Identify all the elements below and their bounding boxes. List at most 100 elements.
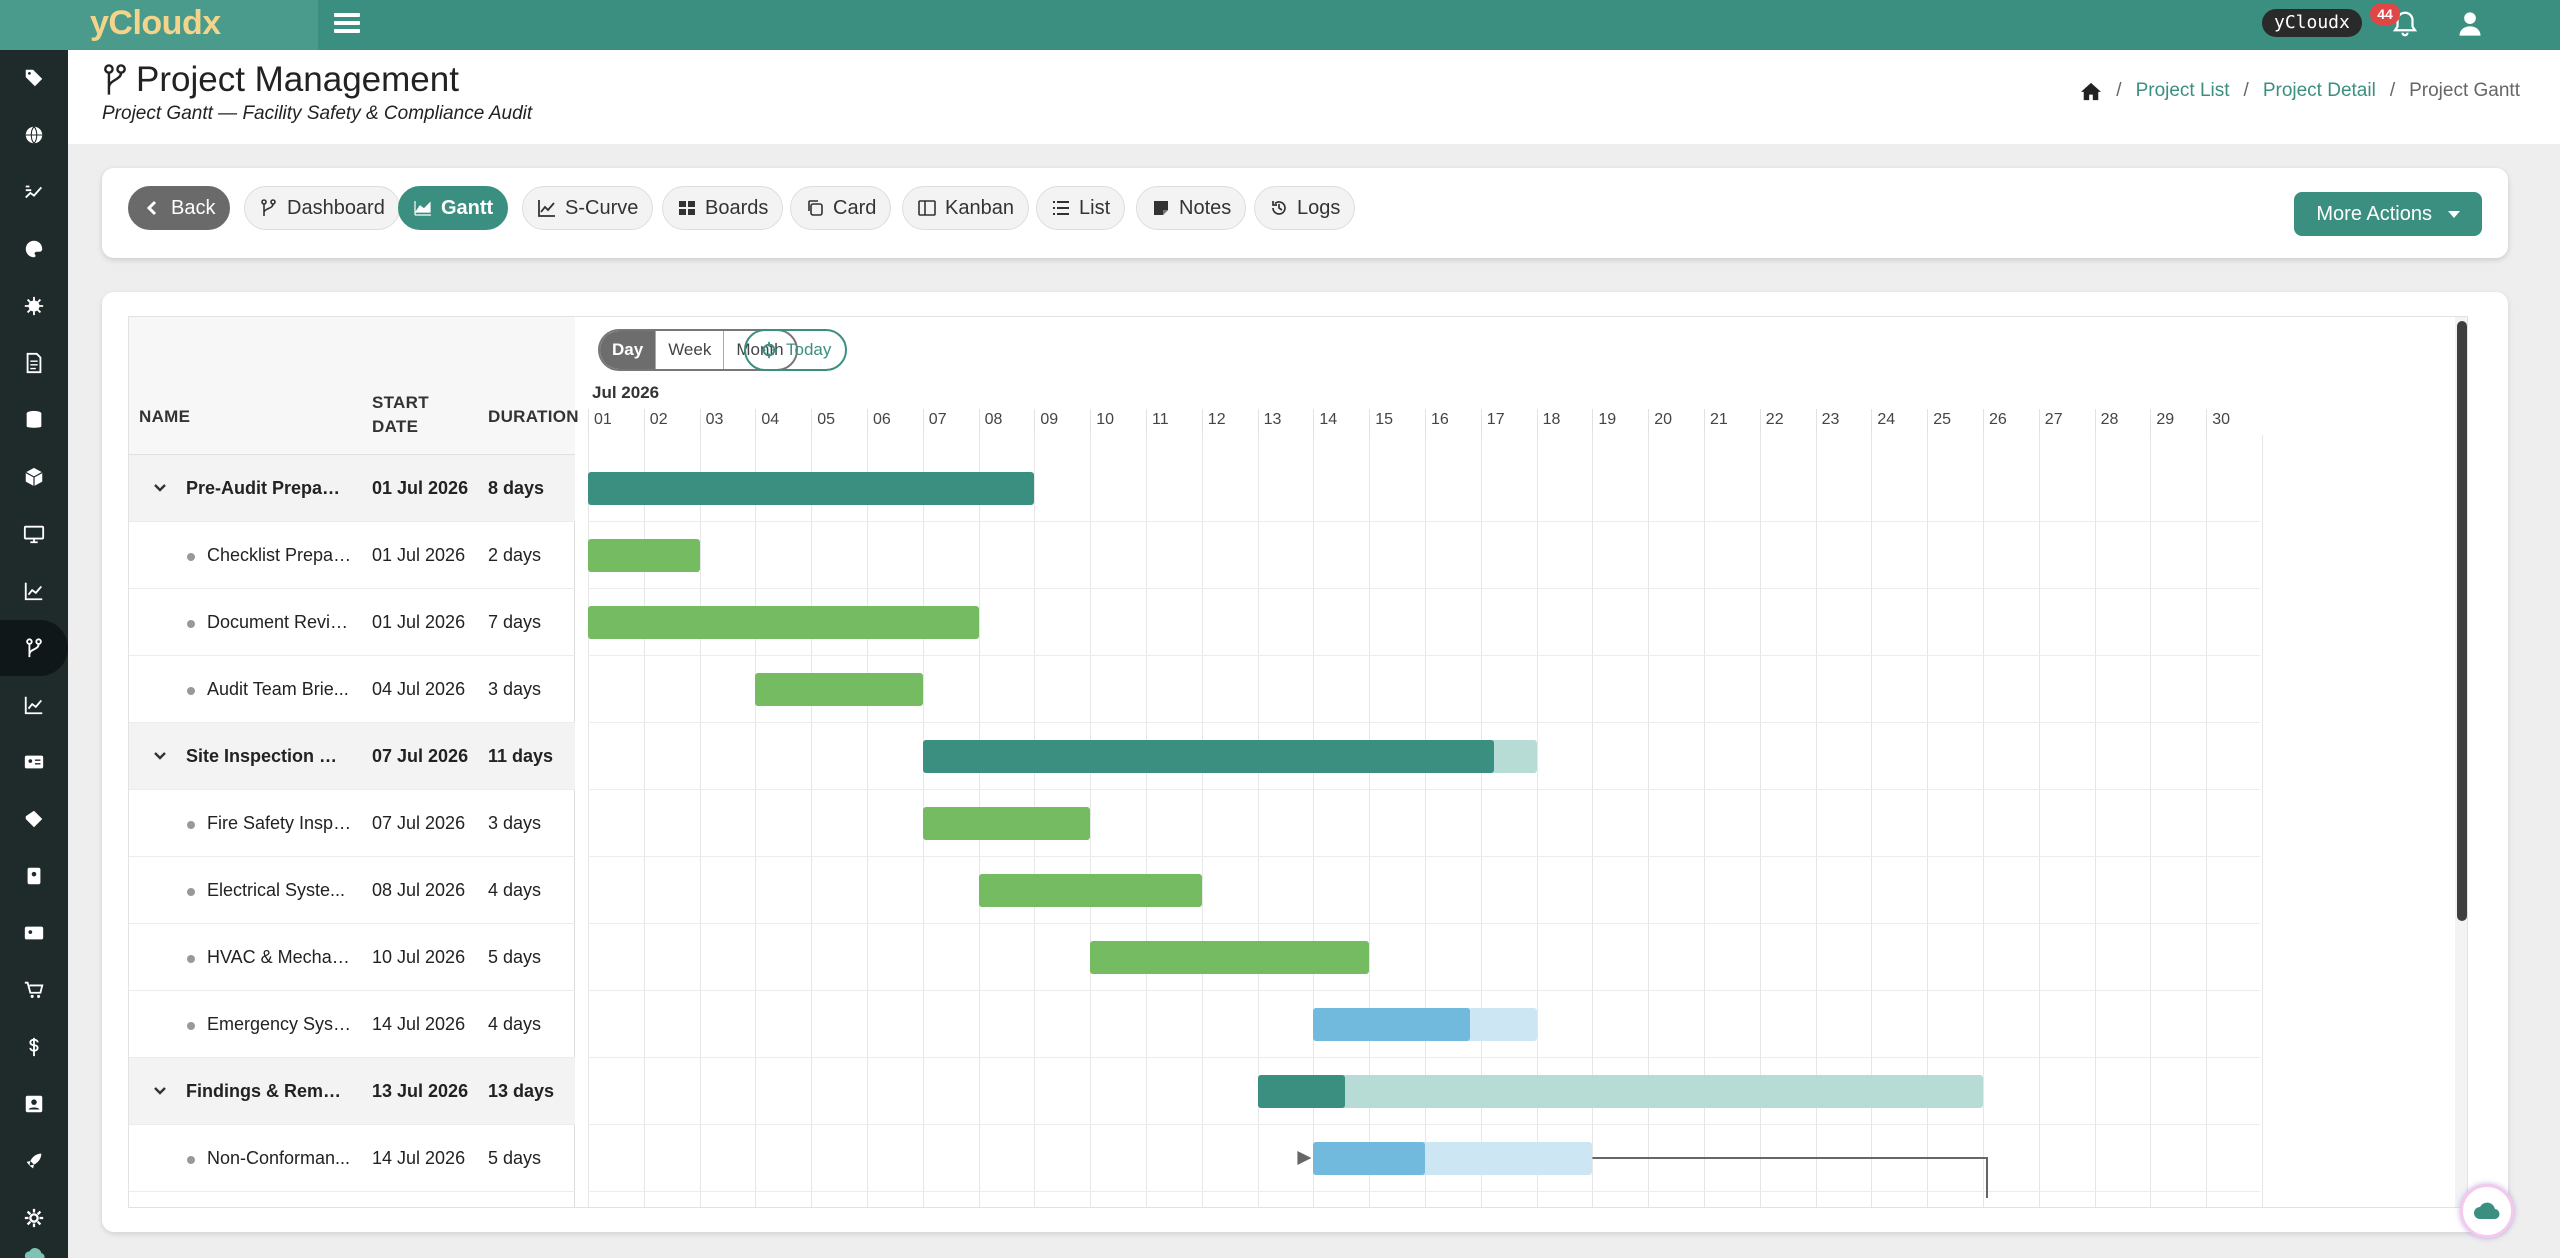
- caret-down-icon: [2448, 210, 2460, 218]
- group-bar[interactable]: [922, 740, 1494, 773]
- sidebar-item-box[interactable]: [0, 449, 68, 505]
- back-button[interactable]: Back: [128, 186, 231, 230]
- kanban-button[interactable]: Kanban: [902, 186, 1029, 230]
- sidebar-item-rocket[interactable]: [0, 1133, 68, 1189]
- group-bar[interactable]: [1257, 1075, 1345, 1108]
- task-duration: 5 days: [488, 1147, 542, 1168]
- list-button[interactable]: List: [1036, 186, 1126, 230]
- scrollbar-thumb[interactable]: [2457, 321, 2467, 921]
- user-icon[interactable]: [2456, 9, 2484, 39]
- menu-toggle-icon[interactable]: [334, 10, 360, 36]
- scale-week-button[interactable]: Week: [656, 331, 725, 369]
- task-duration: 8 days: [488, 477, 545, 498]
- sidebar-item-chart-line[interactable]: [0, 563, 68, 619]
- task-row[interactable]: Non-Conforman... 14 Jul 2026 5 days: [129, 1125, 575, 1192]
- today-button[interactable]: Today: [744, 329, 848, 371]
- task-bar[interactable]: [1313, 1142, 1425, 1175]
- column-header-start-line1[interactable]: START: [372, 393, 429, 413]
- task-bar-remaining[interactable]: [1257, 1075, 1983, 1108]
- task-row[interactable]: HVAC & Mechan... 10 Jul 2026 5 days: [129, 924, 575, 991]
- logs-button[interactable]: Logs: [1254, 186, 1356, 230]
- box-icon: [25, 467, 43, 487]
- chevron-down-icon[interactable]: [153, 1084, 167, 1098]
- notes-label: Notes: [1179, 196, 1232, 219]
- task-bullet: [187, 1022, 195, 1030]
- vertical-scrollbar[interactable]: [2455, 317, 2467, 1207]
- task-bar[interactable]: [1313, 1008, 1470, 1041]
- column-header-name[interactable]: NAME: [139, 407, 190, 427]
- sidebar-item-ticket[interactable]: [0, 791, 68, 847]
- task-row[interactable]: Document Review 01 Jul 2026 7 days: [129, 589, 575, 656]
- task-row[interactable]: Checklist Prepar... 01 Jul 2026 2 days: [129, 522, 575, 589]
- boards-button[interactable]: Boards: [662, 186, 784, 230]
- task-bullet: [187, 620, 195, 628]
- sidebar-item-person-card[interactable]: [0, 1076, 68, 1132]
- crosshair-icon: [760, 341, 778, 359]
- sidebar-item-cart[interactable]: [0, 962, 68, 1018]
- task-group-row[interactable]: Site Inspection & ... 07 Jul 2026 11 days: [129, 723, 575, 790]
- gantt-button[interactable]: Gantt: [398, 186, 509, 230]
- sidebar-item-badge[interactable]: [0, 848, 68, 904]
- sidebar-item-contact-card[interactable]: [0, 905, 68, 961]
- sidebar-item-id-card[interactable]: [0, 734, 68, 790]
- task-name: Electrical Syste...: [207, 879, 346, 900]
- task-row[interactable]: Audit Team Brie... 04 Jul 2026 3 days: [129, 656, 575, 723]
- grid-header: NAME START DATE DURATION: [129, 317, 579, 455]
- sidebar-item-chart-line[interactable]: [0, 677, 68, 733]
- dashboard-button[interactable]: Dashboard: [244, 186, 400, 230]
- task-bar[interactable]: [978, 874, 1202, 907]
- sidebar-item-dollar[interactable]: [0, 1019, 68, 1075]
- brand-logo[interactable]: yCloudx: [0, 0, 318, 50]
- task-row[interactable]: Electrical Syste... 08 Jul 2026 4 days: [129, 857, 575, 924]
- task-bar[interactable]: [755, 673, 923, 706]
- sidebar-item-tag[interactable]: [0, 50, 68, 106]
- task-start-date: 01 Jul 2026: [372, 544, 466, 565]
- day-label: 25: [1927, 409, 1983, 435]
- task-row[interactable]: Fire Safety Inspe... 07 Jul 2026 3 days: [129, 790, 575, 857]
- task-bullet: [187, 553, 195, 561]
- sidebar-item-palette[interactable]: [0, 221, 68, 277]
- scurve-button[interactable]: S-Curve: [522, 186, 654, 230]
- card-button[interactable]: Card: [790, 186, 892, 230]
- scale-day-button[interactable]: Day: [600, 331, 657, 369]
- home-icon[interactable]: [2080, 81, 2102, 101]
- day-label: 20: [1648, 409, 1704, 435]
- task-row[interactable]: Emergency Syst... 14 Jul 2026 4 days: [129, 991, 575, 1058]
- sidebar-item-gear-sun[interactable]: [0, 278, 68, 334]
- breadcrumb-project-list[interactable]: Project List: [2136, 80, 2230, 102]
- breadcrumb-project-detail[interactable]: Project Detail: [2263, 80, 2376, 102]
- row-gridline: [588, 856, 2260, 857]
- day-label: 10: [1090, 409, 1146, 435]
- task-group-row[interactable]: Findings & Remed... 13 Jul 2026 13 days: [129, 1058, 575, 1125]
- task-bar[interactable]: [588, 606, 979, 639]
- day-label: 16: [1425, 409, 1481, 435]
- sidebar-item-project-branch[interactable]: [0, 620, 68, 676]
- notes-button[interactable]: Notes: [1136, 186, 1247, 230]
- user-chip[interactable]: yCloudx: [2262, 9, 2362, 37]
- column-header-duration[interactable]: DURATION: [488, 407, 579, 427]
- gantt-chart: NAME START DATE DURATION Pre-Audit Prepa…: [128, 316, 2468, 1208]
- sidebar-item-workflow[interactable]: [0, 164, 68, 220]
- gear-sun-icon: [24, 296, 44, 316]
- gantt-grid: NAME START DATE DURATION Pre-Audit Prepa…: [129, 317, 579, 1207]
- sidebar-item-monitor[interactable]: [0, 506, 68, 562]
- sidebar-item-globe[interactable]: [0, 107, 68, 163]
- sidebar-item-database[interactable]: [0, 392, 68, 448]
- task-bar[interactable]: [588, 539, 700, 572]
- chevron-down-icon[interactable]: [153, 481, 167, 495]
- breadcrumb-separator: /: [2116, 80, 2122, 101]
- sidebar-item-document[interactable]: [0, 335, 68, 391]
- task-bar[interactable]: [922, 807, 1091, 840]
- breadcrumb-separator: /: [2243, 80, 2249, 101]
- sidebar-item-settings[interactable]: [0, 1190, 68, 1246]
- task-group-row[interactable]: Pre-Audit Prepara... 01 Jul 2026 8 days: [129, 455, 575, 522]
- day-label: 08: [978, 409, 1035, 435]
- sidebar-item-cloud[interactable]: [0, 1240, 68, 1258]
- task-name: Audit Team Brie...: [207, 678, 349, 699]
- chevron-down-icon[interactable]: [153, 749, 167, 763]
- group-bar[interactable]: [588, 472, 1035, 505]
- cloud-fab-button[interactable]: [2460, 1184, 2514, 1238]
- task-bar[interactable]: [1090, 941, 1370, 974]
- more-actions-button[interactable]: More Actions: [2294, 192, 2482, 236]
- column-header-start-line2[interactable]: DATE: [372, 417, 418, 437]
